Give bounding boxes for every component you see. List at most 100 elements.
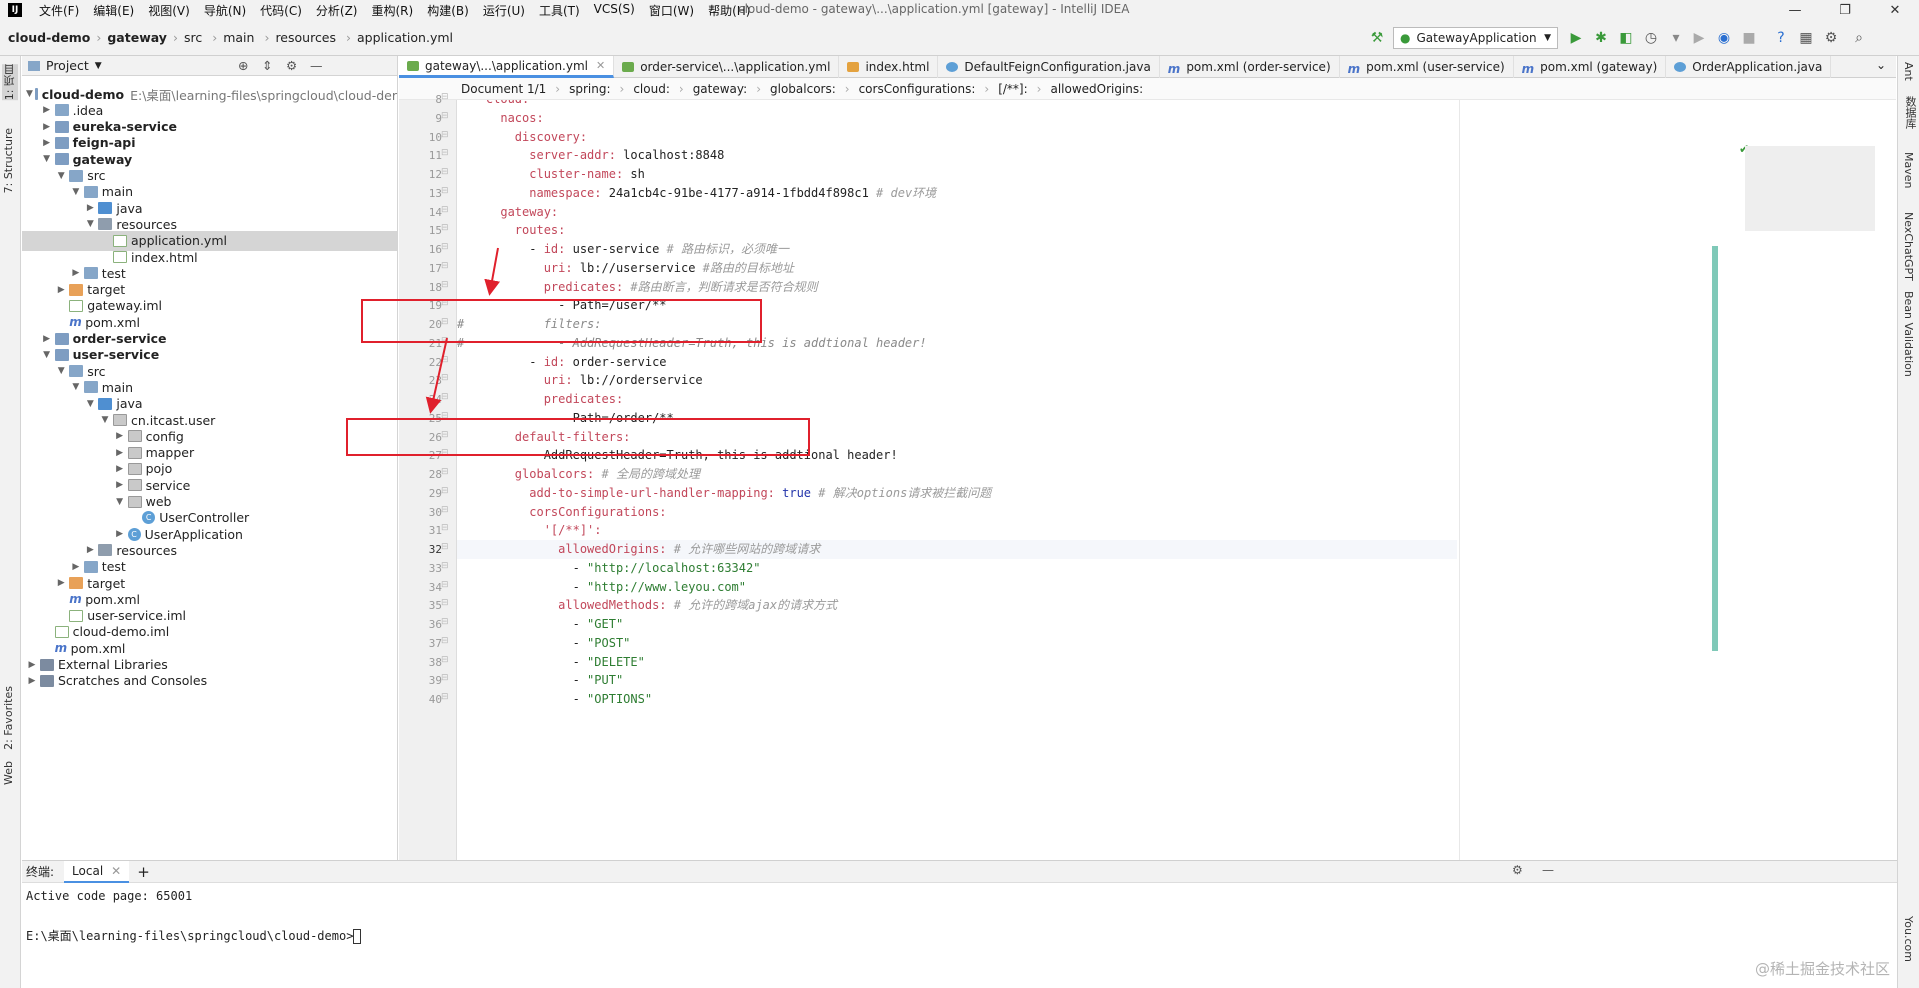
code-line[interactable]: - "POST" — [457, 634, 631, 653]
tool-tab-project[interactable]: 1: 项目 — [2, 64, 18, 101]
expanded-arrow-icon[interactable]: ▼ — [26, 89, 33, 99]
code-line[interactable]: namespace: 24a1cb4c-91be-4177-a914-1fbdd… — [457, 184, 936, 203]
expanded-arrow-icon[interactable]: ▼ — [84, 219, 96, 229]
locate-icon[interactable]: ⊕ — [238, 58, 248, 73]
fold-marker-icon[interactable]: ⊟ — [441, 186, 449, 196]
terminal-prompt-line[interactable]: E:\桌面\learning-files\springcloud\cloud-d… — [26, 927, 362, 944]
fold-marker-icon[interactable]: ⊟ — [441, 111, 449, 121]
editor-tab[interactable]: OrderApplication.java — [1666, 56, 1832, 78]
build-hammer-icon[interactable]: ⚒ — [1368, 29, 1386, 47]
fold-marker-icon[interactable]: ⊟ — [441, 561, 449, 571]
fold-marker-icon[interactable]: ⊟ — [441, 261, 449, 271]
fold-marker-icon[interactable]: ⊟ — [441, 223, 449, 233]
close-icon[interactable]: ✕ — [111, 864, 121, 878]
collapsed-arrow-icon[interactable]: ▶ — [84, 203, 96, 213]
nav-crumb[interactable]: main — [223, 30, 254, 45]
menu-item[interactable]: 运行(U) — [476, 2, 532, 19]
add-tab-icon[interactable]: + — [137, 863, 150, 881]
code-line[interactable]: globalcors: # 全局的跨域处理 — [457, 465, 700, 484]
collapsed-arrow-icon[interactable]: ▶ — [55, 578, 67, 588]
tool-tab-ant[interactable]: Ant — [1902, 62, 1915, 81]
expanded-arrow-icon[interactable]: ▼ — [55, 366, 67, 376]
collapsed-arrow-icon[interactable]: ▶ — [114, 431, 126, 441]
tree-item[interactable]: ▶ Scratches and Consoles — [22, 671, 397, 691]
tool-tab-web[interactable]: Web — [2, 761, 15, 785]
code-line[interactable]: nacos: — [457, 109, 543, 128]
expanded-arrow-icon[interactable]: ▼ — [70, 187, 82, 197]
fold-marker-icon[interactable]: ⊟ — [441, 130, 449, 140]
hide-icon[interactable]: — — [310, 58, 323, 73]
editor-tab[interactable]: m pom.xml (order-service) — [1160, 56, 1340, 78]
tab-local[interactable]: Local ✕ — [64, 860, 130, 883]
nav-crumb[interactable]: cloud-demo — [8, 30, 90, 45]
editor-tab[interactable]: order-service\...\application.yml — [614, 56, 840, 78]
fold-marker-icon[interactable]: ⊟ — [441, 505, 449, 515]
code-line[interactable]: - "OPTIONS" — [457, 690, 652, 709]
fold-marker-icon[interactable]: ⊟ — [441, 242, 449, 252]
minimap[interactable] — [1745, 146, 1875, 231]
fold-marker-icon[interactable]: ⊟ — [441, 92, 449, 102]
hide-icon[interactable]: — — [1542, 863, 1554, 877]
fold-marker-icon[interactable]: ⊟ — [441, 542, 449, 552]
code-line[interactable]: corsConfigurations: — [457, 503, 666, 522]
collapsed-arrow-icon[interactable]: ▶ — [41, 105, 53, 115]
code-line[interactable]: allowedOrigins: # 允许哪些网站的跨域请求 — [457, 540, 1457, 559]
fold-marker-icon[interactable]: ⊟ — [441, 467, 449, 477]
fold-marker-icon[interactable]: ⊟ — [441, 355, 449, 365]
collapsed-arrow-icon[interactable]: ▶ — [26, 660, 38, 670]
settings-icon[interactable]: ⚙ — [1512, 863, 1523, 877]
editor-crumb[interactable]: [/**]: — [998, 82, 1027, 96]
menu-item[interactable]: 编辑(E) — [86, 2, 141, 19]
chevron-down-icon[interactable]: ⌄ — [1876, 58, 1886, 72]
collapsed-arrow-icon[interactable]: ▶ — [114, 448, 126, 458]
expanded-arrow-icon[interactable]: ▼ — [41, 154, 53, 164]
tool-tab-bean-validation[interactable]: Bean Validation — [1902, 291, 1915, 377]
code-line[interactable]: - "http://localhost:63342" — [457, 559, 761, 578]
nav-crumb[interactable]: application.yml — [357, 30, 453, 45]
code-line[interactable]: cluster-name: sh — [457, 165, 645, 184]
code-line[interactable]: server-addr: localhost:8848 — [457, 146, 724, 165]
run-config-select[interactable]: ● GatewayApplication ▼ — [1393, 27, 1558, 49]
tool-tab-database[interactable]: 数据库 — [1902, 96, 1918, 129]
fold-marker-icon[interactable]: ⊟ — [441, 392, 449, 402]
fold-marker-icon[interactable]: ⊟ — [441, 486, 449, 496]
fold-marker-icon[interactable]: ⊟ — [441, 655, 449, 665]
collapsed-arrow-icon[interactable]: ▶ — [41, 138, 53, 148]
editor-tab[interactable]: m pom.xml (gateway) — [1514, 56, 1667, 78]
project-structure-icon[interactable]: ▦ — [1797, 29, 1815, 47]
tool-tab-you-com[interactable]: You.com — [1902, 916, 1915, 962]
collapse-all-icon[interactable]: ⇕ — [262, 58, 272, 73]
collapsed-arrow-icon[interactable]: ▶ — [114, 529, 126, 539]
expanded-arrow-icon[interactable]: ▼ — [84, 399, 96, 409]
code-line[interactable]: predicates: #路由断言，判断请求是否符合规则 — [457, 278, 818, 297]
fold-marker-icon[interactable]: ⊟ — [441, 205, 449, 215]
fold-marker-icon[interactable]: ⊟ — [441, 636, 449, 646]
code-area[interactable]: cloud: nacos: discovery: server-addr: lo… — [457, 100, 1457, 860]
code-line[interactable]: predicates: — [457, 390, 623, 409]
maximize-icon[interactable]: ❐ — [1825, 0, 1865, 20]
help-icon[interactable]: ? — [1772, 29, 1790, 47]
fold-marker-icon[interactable]: ⊟ — [441, 523, 449, 533]
expanded-arrow-icon[interactable]: ▼ — [41, 350, 53, 360]
search-icon[interactable]: ⌕ — [1850, 29, 1868, 47]
code-line[interactable]: - id: user-service # 路由标识，必须唯一 — [457, 240, 789, 259]
editor-tab[interactable]: gateway\...\application.yml ✕ — [399, 56, 615, 78]
code-line[interactable]: '[/**]': — [457, 521, 602, 540]
editor-crumb[interactable]: Document 1/1 — [461, 82, 546, 96]
code-line[interactable]: - id: order-service — [457, 353, 666, 372]
code-line[interactable]: routes: — [457, 221, 566, 240]
code-line[interactable]: - "PUT" — [457, 671, 624, 690]
editor-crumb[interactable]: spring: — [569, 82, 610, 96]
stop-icon[interactable]: ■ — [1740, 29, 1758, 47]
fold-marker-icon[interactable]: ⊟ — [441, 598, 449, 608]
collapsed-arrow-icon[interactable]: ▶ — [26, 676, 38, 686]
menu-item[interactable]: 窗口(W) — [642, 2, 701, 19]
menu-item[interactable]: 文件(F) — [32, 2, 86, 19]
settings-icon[interactable]: ⚙ — [1822, 29, 1840, 47]
editor-crumb[interactable]: allowedOrigins: — [1050, 82, 1143, 96]
menu-item[interactable]: VCS(S) — [587, 2, 642, 19]
rerun-icon[interactable]: ▶ — [1690, 29, 1708, 47]
menu-item[interactable]: 导航(N) — [197, 2, 253, 19]
code-line[interactable]: - "GET" — [457, 615, 624, 634]
editor-scrollbar[interactable] — [1712, 246, 1718, 651]
